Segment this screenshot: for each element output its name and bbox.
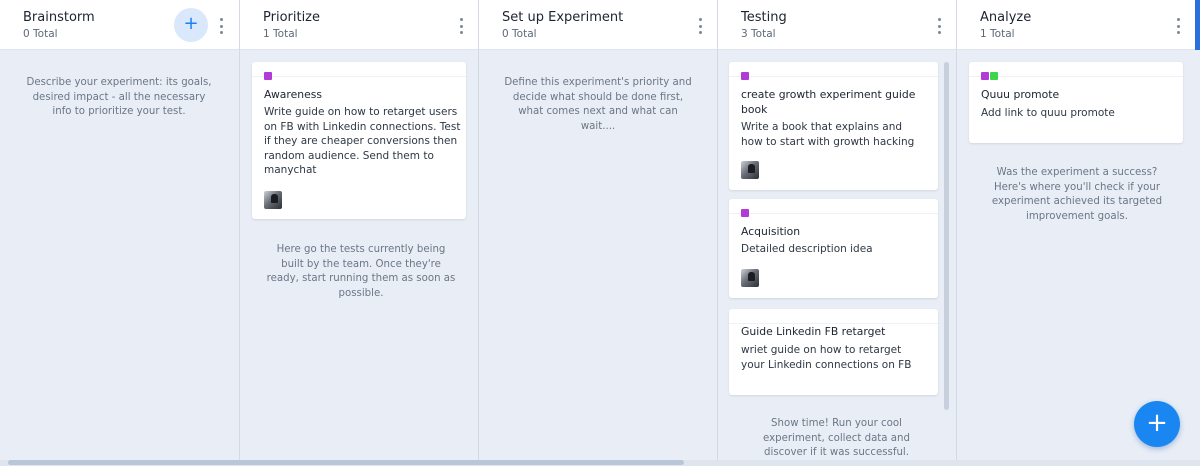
column-header: Set up Experiment 0 Total xyxy=(479,0,717,50)
card-title: Awareness xyxy=(264,88,322,101)
card-tag-bar xyxy=(729,62,938,77)
vertical-scrollbar[interactable] xyxy=(944,62,949,410)
column-testing: Testing 3 Total create growth experiment… xyxy=(717,0,956,466)
green-tag-icon xyxy=(990,72,998,80)
column-header: Brainstorm 0 Total + xyxy=(0,0,239,50)
horizontal-scrollbar[interactable] xyxy=(8,460,684,465)
more-options-icon[interactable] xyxy=(937,18,941,34)
column-title: Set up Experiment xyxy=(502,10,624,25)
more-options-icon[interactable] xyxy=(459,18,463,34)
column-header: Testing 3 Total xyxy=(718,0,956,50)
column-count: 0 Total xyxy=(23,28,58,40)
card-acquisition[interactable]: Acquisition Detailed description idea xyxy=(729,199,938,298)
card-title: Guide Linkedin FB retarget xyxy=(741,325,886,338)
avatar xyxy=(741,269,759,287)
card-title: Quuu promote xyxy=(981,88,1060,101)
column-prioritize: Prioritize 1 Total Awareness Write guide… xyxy=(239,0,478,466)
column-header: Analyze 1 Total xyxy=(957,0,1200,50)
column-title: Brainstorm xyxy=(23,10,95,25)
column-title: Analyze xyxy=(980,10,1032,25)
column-hint: Show time! Run your cool experiment, col… xyxy=(763,418,910,458)
more-options-icon[interactable] xyxy=(219,18,223,34)
more-options-icon[interactable] xyxy=(698,18,702,34)
column-count: 1 Total xyxy=(263,28,298,40)
column-setup-experiment: Set up Experiment 0 Total Define this ex… xyxy=(478,0,717,466)
column-hint: Was the experiment a success? Here's whe… xyxy=(991,167,1163,222)
card-title: Acquisition xyxy=(741,225,801,238)
card-tag-bar xyxy=(729,199,938,214)
column-analyze: Analyze 1 Total Quuu promote Add link to… xyxy=(956,0,1200,466)
card-tag-bar xyxy=(252,62,466,77)
avatar xyxy=(264,191,282,209)
column-header: Prioritize 1 Total xyxy=(240,0,478,50)
column-count: 1 Total xyxy=(980,28,1015,40)
column-count: 0 Total xyxy=(502,28,537,40)
card-description: wriet guide on how to retarget your Link… xyxy=(741,344,912,371)
column-brainstorm: Brainstorm 0 Total + Describe your exper… xyxy=(0,0,239,466)
card-quuu-promote[interactable]: Quuu promote Add link to quuu promote xyxy=(969,62,1183,143)
card-growth-guide[interactable]: create growth experiment guide book Writ… xyxy=(729,62,938,190)
card-title: create growth experiment guide book xyxy=(741,88,916,116)
card-description: Write a book that explains and how to st… xyxy=(741,121,915,148)
purple-tag-icon xyxy=(741,72,749,80)
column-title: Prioritize xyxy=(263,10,321,25)
avatar xyxy=(741,161,759,179)
card-tag-bar xyxy=(729,309,938,324)
purple-tag-icon xyxy=(264,72,272,80)
purple-tag-icon xyxy=(981,72,989,80)
purple-tag-icon xyxy=(741,209,749,217)
card-linkedin-retarget[interactable]: Guide Linkedin FB retarget wriet guide o… xyxy=(729,309,938,395)
card-description: Detailed description idea xyxy=(741,243,873,255)
card-description: Write guide on how to retarget users on … xyxy=(264,106,461,176)
more-options-icon[interactable] xyxy=(1176,18,1180,34)
add-experiment-button[interactable]: + xyxy=(1134,401,1180,447)
card-description: Add link to quuu promote xyxy=(981,107,1115,119)
column-count: 3 Total xyxy=(741,28,776,40)
card-tag-bar xyxy=(969,62,1183,77)
panel-edge xyxy=(1195,0,1200,50)
add-card-button[interactable]: + xyxy=(174,8,208,42)
kanban-board: Brainstorm 0 Total + Describe your exper… xyxy=(0,0,1200,466)
column-hint: Describe your experiment: its goals, des… xyxy=(26,77,212,117)
column-hint: Define this experiment's priority and de… xyxy=(504,77,692,132)
column-hint: Here go the tests currently being built … xyxy=(266,244,456,299)
card-awareness[interactable]: Awareness Write guide on how to retarget… xyxy=(252,62,466,219)
column-title: Testing xyxy=(741,10,787,25)
